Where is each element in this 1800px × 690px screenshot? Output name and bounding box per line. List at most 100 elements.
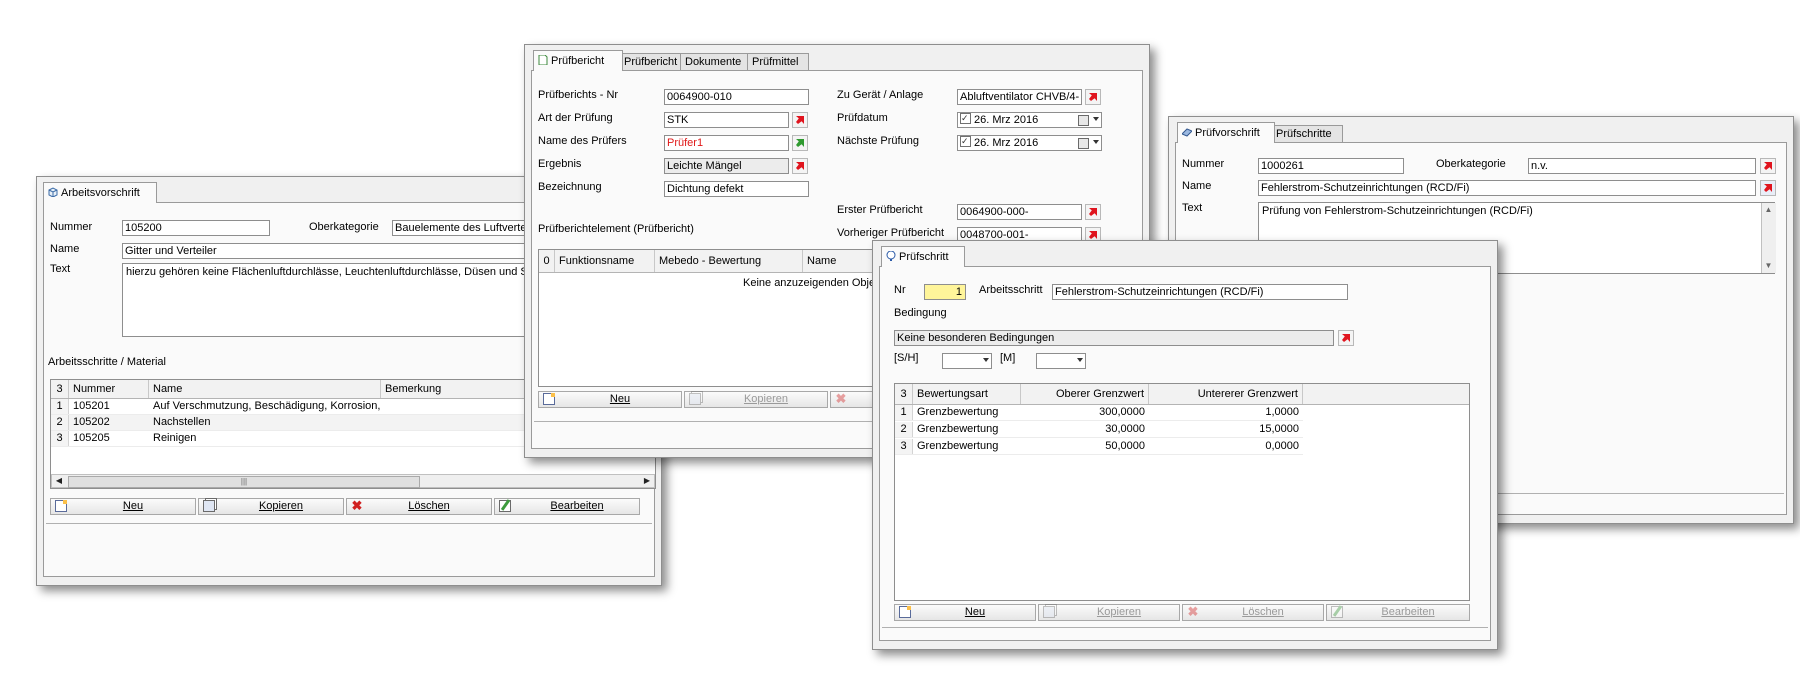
tab-pruefbericht[interactable]: Prüfbericht xyxy=(619,53,685,70)
geraet-label: Zu Gerät / Anlage xyxy=(837,89,924,101)
bedingung-label: Bedingung xyxy=(894,307,947,319)
delete-icon: ✖ xyxy=(1187,604,1199,619)
scroll-left-icon[interactable]: ◀ xyxy=(53,475,65,487)
lookup-arrow-icon[interactable] xyxy=(1085,89,1101,105)
status-divider xyxy=(46,523,652,524)
col-unterer-grenzwert[interactable]: Untererer Grenzwert xyxy=(1149,384,1303,404)
grid-toolbar: Neu Kopieren ✖ Löschen Bearbeiten xyxy=(50,498,656,515)
oberkategorie-label: Oberkategorie xyxy=(1436,158,1506,170)
ergebnis-label: Ergebnis xyxy=(538,158,582,170)
neu-button[interactable]: Neu xyxy=(894,604,1036,621)
col-nummer[interactable]: Nummer xyxy=(69,380,149,398)
checkbox-icon[interactable] xyxy=(960,111,971,125)
pruefdatum-label: Prüfdatum xyxy=(837,112,888,124)
chevron-down-icon[interactable] xyxy=(1093,140,1099,144)
nummer-field[interactable]: 1000261 xyxy=(1258,158,1404,174)
arbeitsschritt-field[interactable]: Fehlerstrom-Schutzeinrichtungen (RCD/Fi) xyxy=(1052,284,1348,300)
loeschen-button[interactable]: ✖ Löschen xyxy=(346,498,492,515)
status-divider xyxy=(882,627,1488,628)
row-count: 3 xyxy=(895,384,913,404)
kopieren-button[interactable]: Kopieren xyxy=(684,391,828,408)
geraet-field[interactable]: Abluftventilator CHVB/4- xyxy=(957,89,1082,105)
pruefberichts-nr-label: Prüfberichts - Nr xyxy=(538,89,619,101)
lookup-arrow-icon[interactable] xyxy=(1085,204,1101,220)
folder-icon[interactable] xyxy=(1760,180,1776,196)
oberkategorie-label: Oberkategorie xyxy=(309,221,379,233)
bearbeiten-button[interactable]: Bearbeiten xyxy=(494,498,640,515)
sh-label: [S/H] xyxy=(894,352,919,364)
lookup-arrow-icon[interactable] xyxy=(792,135,808,151)
kopieren-button[interactable]: Kopieren xyxy=(198,498,344,515)
erster-pruefbericht-label: Erster Prüfbericht xyxy=(837,204,923,216)
tab-bar: Prüfvorschrift Prüfschritte xyxy=(1175,122,1787,143)
naechste-pruefung-picker[interactable]: 26. Mrz 2016 xyxy=(957,134,1102,151)
checkbox-icon[interactable] xyxy=(960,134,971,148)
tab-pruefschritt[interactable]: Prüfschritt xyxy=(881,246,965,267)
bezeichnung-field[interactable]: Dichtung defekt xyxy=(664,181,809,197)
neu-button[interactable]: Neu xyxy=(538,391,682,408)
col-mebedo-bewertung[interactable]: Mebedo - Bewertung xyxy=(655,250,803,272)
neu-button[interactable]: Neu xyxy=(50,498,196,515)
row-count: 0 xyxy=(539,250,555,272)
art-field[interactable]: STK xyxy=(664,112,789,128)
chevron-down-icon[interactable] xyxy=(983,358,989,362)
scroll-thumb[interactable]: ||| xyxy=(68,476,420,488)
name-field[interactable]: Fehlerstrom-Schutzeinrichtungen (RCD/Fi) xyxy=(1258,180,1756,196)
nr-field[interactable]: 1 xyxy=(924,284,966,300)
m-dropdown[interactable] xyxy=(1036,353,1086,369)
ergebnis-field[interactable]: Leichte Mängel xyxy=(664,158,789,174)
tab-pruefmittel[interactable]: Prüfmittel xyxy=(747,53,809,70)
copy-icon xyxy=(689,393,701,405)
erster-pruefbericht-field[interactable]: 0064900-000- xyxy=(957,204,1082,220)
vertical-scrollbar[interactable]: ▲ ▼ xyxy=(1761,203,1776,273)
pruefberichts-nr-field[interactable]: 0064900-010 xyxy=(664,89,809,105)
new-document-icon xyxy=(899,606,911,618)
calendar-icon[interactable] xyxy=(1078,115,1089,126)
col-bewertungsart[interactable]: Bewertungsart xyxy=(913,384,1021,404)
document-icon xyxy=(538,55,548,65)
new-document-icon xyxy=(543,393,555,405)
cube-icon xyxy=(48,187,58,197)
scroll-up-icon[interactable]: ▲ xyxy=(1762,204,1775,216)
tab-arbeitsvorschrift[interactable]: Arbeitsvorschrift xyxy=(43,182,157,203)
col-name[interactable]: Name xyxy=(149,380,381,398)
new-document-icon xyxy=(55,500,67,512)
pruefdatum-picker[interactable]: 26. Mrz 2016 xyxy=(957,111,1102,128)
chevron-down-icon[interactable] xyxy=(1093,117,1099,121)
pruefer-field[interactable]: Prüfer1 xyxy=(664,135,789,151)
lookup-arrow-icon[interactable] xyxy=(792,158,808,174)
delete-icon: ✖ xyxy=(835,391,847,406)
nummer-field[interactable]: 105200 xyxy=(122,220,270,236)
kopieren-button[interactable]: Kopieren xyxy=(1038,604,1180,621)
table-row[interactable]: 3 Grenzbewertung 50,0000 0,0000 xyxy=(895,439,1303,455)
scroll-down-icon[interactable]: ▼ xyxy=(1762,260,1775,272)
vorheriger-pruefbericht-label: Vorheriger Prüfbericht xyxy=(837,227,944,239)
pruefer-label: Name des Prüfers xyxy=(538,135,627,147)
tab-page: Nr 1 Arbeitsschritt Fehlerstrom-Schutzei… xyxy=(879,266,1491,641)
tab-pruefschritte[interactable]: Prüfschritte xyxy=(1271,125,1343,142)
copy-icon xyxy=(1043,606,1055,618)
col-oberer-grenzwert[interactable]: Oberer Grenzwert xyxy=(1021,384,1149,404)
bearbeiten-button[interactable]: Bearbeiten xyxy=(1326,604,1470,621)
col-funktionsname[interactable]: Funktionsname xyxy=(555,250,655,272)
tab-pruefvorschrift[interactable]: Prüfvorschrift xyxy=(1177,122,1275,143)
chevron-down-icon[interactable] xyxy=(1077,358,1083,362)
text-label: Text xyxy=(50,263,71,275)
pruefschritt-window: Prüfschritt Nr 1 Arbeitsschritt Fehlerst… xyxy=(872,240,1498,650)
calendar-icon[interactable] xyxy=(1078,138,1089,149)
tab-dokumente[interactable]: Dokumente xyxy=(680,53,752,70)
table-row[interactable]: 1 Grenzbewertung 300,0000 1,0000 xyxy=(895,405,1303,421)
lookup-arrow-icon[interactable] xyxy=(792,112,808,128)
horizontal-scrollbar[interactable]: ◀ ||| ▶ xyxy=(51,474,655,488)
loeschen-button[interactable]: ✖ Löschen xyxy=(1182,604,1324,621)
table-row[interactable]: 2 Grenzbewertung 30,0000 15,0000 xyxy=(895,422,1303,438)
bedingung-field[interactable]: Keine besonderen Bedingungen xyxy=(894,330,1334,346)
oberkategorie-field[interactable]: n.v. xyxy=(1528,158,1756,174)
tab-bar: Prüfbericht Prüfbericht Dokumente Prüfmi… xyxy=(531,50,1143,71)
lookup-arrow-icon[interactable] xyxy=(1760,158,1776,174)
scroll-right-icon[interactable]: ▶ xyxy=(641,475,653,487)
lookup-arrow-icon[interactable] xyxy=(1338,330,1354,346)
tab-pruefbericht-main[interactable]: Prüfbericht xyxy=(533,50,623,71)
sh-dropdown[interactable] xyxy=(942,353,992,369)
arbeitsschritt-label: Arbeitsschritt xyxy=(979,284,1043,296)
